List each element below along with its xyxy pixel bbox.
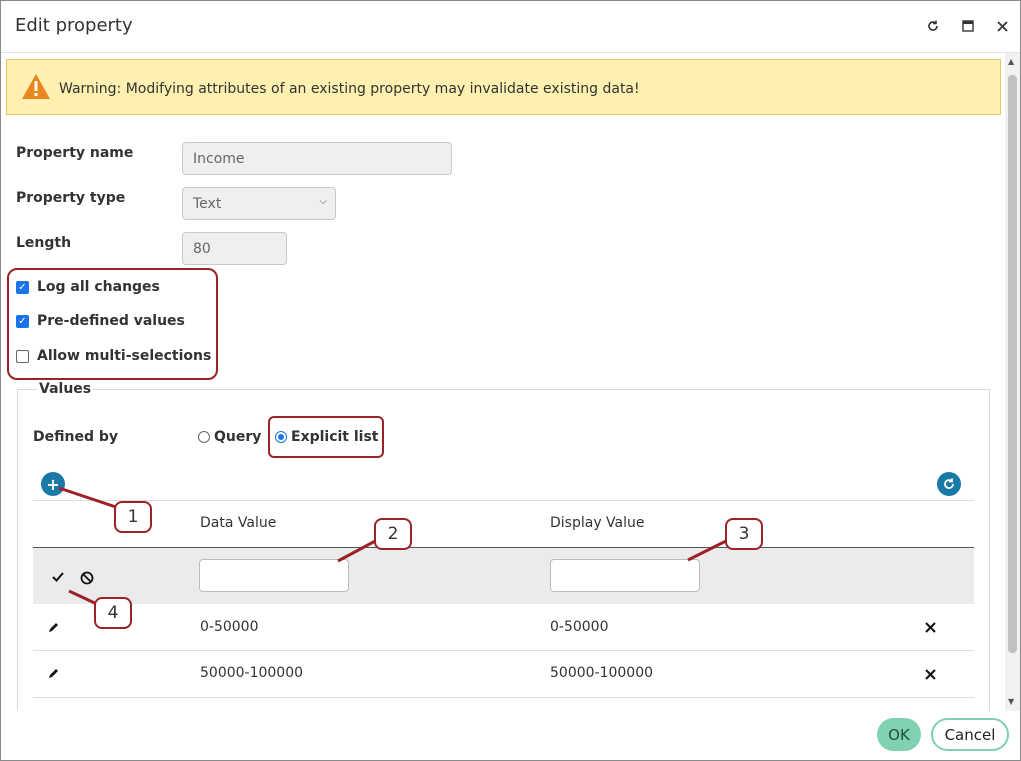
- annotation-callout-4: 4: [94, 597, 132, 629]
- edit-property-dialog: Edit property Warning: Modifying attribu…: [0, 0, 1021, 761]
- scrollbar[interactable]: ▲ ▼: [1005, 53, 1020, 711]
- scrollbar-thumb[interactable]: [1008, 75, 1017, 653]
- ok-button[interactable]: OK: [877, 718, 921, 751]
- annotation-callout-3: 3: [725, 518, 763, 550]
- scroll-down-arrow-icon[interactable]: ▼: [1008, 697, 1014, 706]
- scroll-up-arrow-icon[interactable]: ▲: [1008, 57, 1014, 66]
- dialog-footer: [1, 711, 1020, 760]
- annotation-callout-2: 2: [374, 518, 412, 550]
- annotation-arrows: [58, 486, 731, 607]
- annotation-callout-1: 1: [114, 501, 152, 533]
- cancel-button[interactable]: Cancel: [931, 718, 1009, 751]
